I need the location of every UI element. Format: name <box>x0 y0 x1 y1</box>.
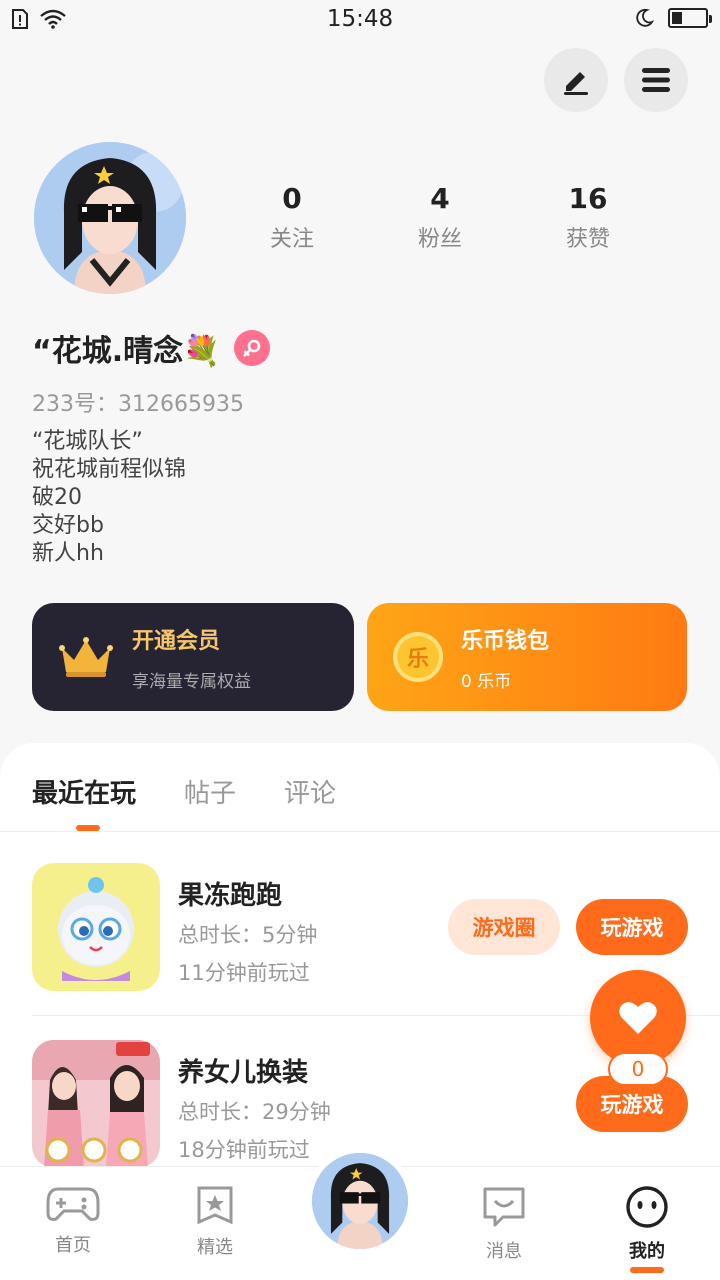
stat-label: 获赞 <box>565 227 610 252</box>
moon-icon <box>636 8 654 27</box>
nav-messages[interactable]: 消息 <box>459 1185 549 1263</box>
bio-line: 新人hh <box>32 541 104 566</box>
game-icon-jelly <box>32 863 160 991</box>
coin-glyph: 乐 <box>406 647 429 672</box>
tab-bar: 最近在玩 帖子 评论 <box>32 773 336 810</box>
nav-label: 我的 <box>629 1241 665 1262</box>
profile-stats: 0 关注 4 粉丝 16 获赞 <box>218 182 662 253</box>
star-bookmark-icon <box>197 1186 233 1225</box>
stat-label: 关注 <box>269 227 314 252</box>
game-last-played: 18分钟前玩过 <box>178 1138 310 1162</box>
female-gender-icon <box>234 330 271 366</box>
stat-value: 0 <box>282 182 302 215</box>
stat-following[interactable]: 0 关注 <box>218 182 366 253</box>
nav-label: 首页 <box>55 1235 91 1256</box>
crown-icon <box>59 637 113 677</box>
chat-icon <box>483 1187 525 1227</box>
tab-comments[interactable]: 评论 <box>284 773 336 810</box>
bio-line: “花城队长” <box>32 429 143 454</box>
bottom-nav: 首页 精选 消息 我的 <box>0 1147 720 1280</box>
nav-home[interactable]: 首页 <box>28 1185 118 1257</box>
bio-line: 破20 <box>32 485 82 510</box>
user-id: 233号：312665935 <box>32 392 244 417</box>
vip-title: 开通会员 <box>132 628 221 654</box>
stat-value: 16 <box>568 182 608 215</box>
bio: “花城队长” 祝花城前程似锦 破20 交好bb 新人hh <box>32 428 186 568</box>
wallet-balance: 0 乐币 <box>461 671 512 692</box>
game-duration: 总时长：5分钟 <box>178 923 318 947</box>
nav-me[interactable]: 我的 <box>602 1185 692 1273</box>
game-icon-dressup <box>32 1040 160 1168</box>
stat-likes[interactable]: 16 获赞 <box>514 182 662 253</box>
avatar[interactable] <box>34 142 186 294</box>
menu-icon <box>642 68 670 92</box>
game-last-played: 11分钟前玩过 <box>178 961 310 985</box>
nav-active-indicator <box>630 1267 664 1273</box>
bio-line: 祝花城前程似锦 <box>32 457 187 482</box>
battery-level <box>672 12 682 24</box>
heart-icon <box>619 1002 657 1034</box>
status-time: 15:48 <box>326 6 394 32</box>
nav-label: 精选 <box>197 1237 233 1258</box>
stat-followers[interactable]: 4 粉丝 <box>366 182 514 253</box>
avatar-image <box>34 142 186 294</box>
favorite-count: 0 <box>608 1052 668 1086</box>
pen-icon <box>564 72 588 95</box>
menu-button[interactable] <box>624 48 688 112</box>
smile-face-icon <box>626 1186 668 1228</box>
tab-posts[interactable]: 帖子 <box>184 773 236 810</box>
nav-featured[interactable]: 精选 <box>170 1185 260 1259</box>
wallet-card[interactable]: 乐 乐币钱包 0 乐币 <box>367 603 687 711</box>
coin-icon: 乐 <box>393 632 443 682</box>
game-name: 养女儿换装 <box>178 1058 309 1088</box>
tab-recent-played[interactable]: 最近在玩 <box>32 773 136 810</box>
stat-value: 4 <box>430 182 450 215</box>
nav-label: 消息 <box>486 1241 522 1262</box>
nickname: “花城.晴念💐 <box>32 334 221 369</box>
vip-card[interactable]: 开通会员 享海量专属权益 <box>32 603 354 711</box>
tab-divider <box>0 831 720 832</box>
stat-label: 粉丝 <box>417 227 462 252</box>
game-circle-button[interactable]: 游戏圈 <box>448 899 560 955</box>
bio-line: 交好bb <box>32 513 104 538</box>
edit-profile-button[interactable] <box>544 48 608 112</box>
game-duration: 总时长：29分钟 <box>178 1100 331 1124</box>
nav-center-avatar[interactable] <box>306 1147 414 1255</box>
nickname-row: “花城.晴念💐 <box>32 326 271 370</box>
game-row[interactable]: 果冻跑跑 总时长：5分钟 11分钟前玩过 游戏圈 玩游戏 <box>32 863 688 993</box>
battery-icon <box>668 8 712 28</box>
avatar <box>312 1153 408 1249</box>
status-bar: 15:48 <box>0 0 720 40</box>
game-name: 果冻跑跑 <box>178 881 283 911</box>
wallet-title: 乐币钱包 <box>461 628 550 654</box>
gamepad-icon <box>46 1187 100 1221</box>
play-game-button[interactable]: 玩游戏 <box>576 899 688 955</box>
vip-subtitle: 享海量专属权益 <box>132 671 251 692</box>
